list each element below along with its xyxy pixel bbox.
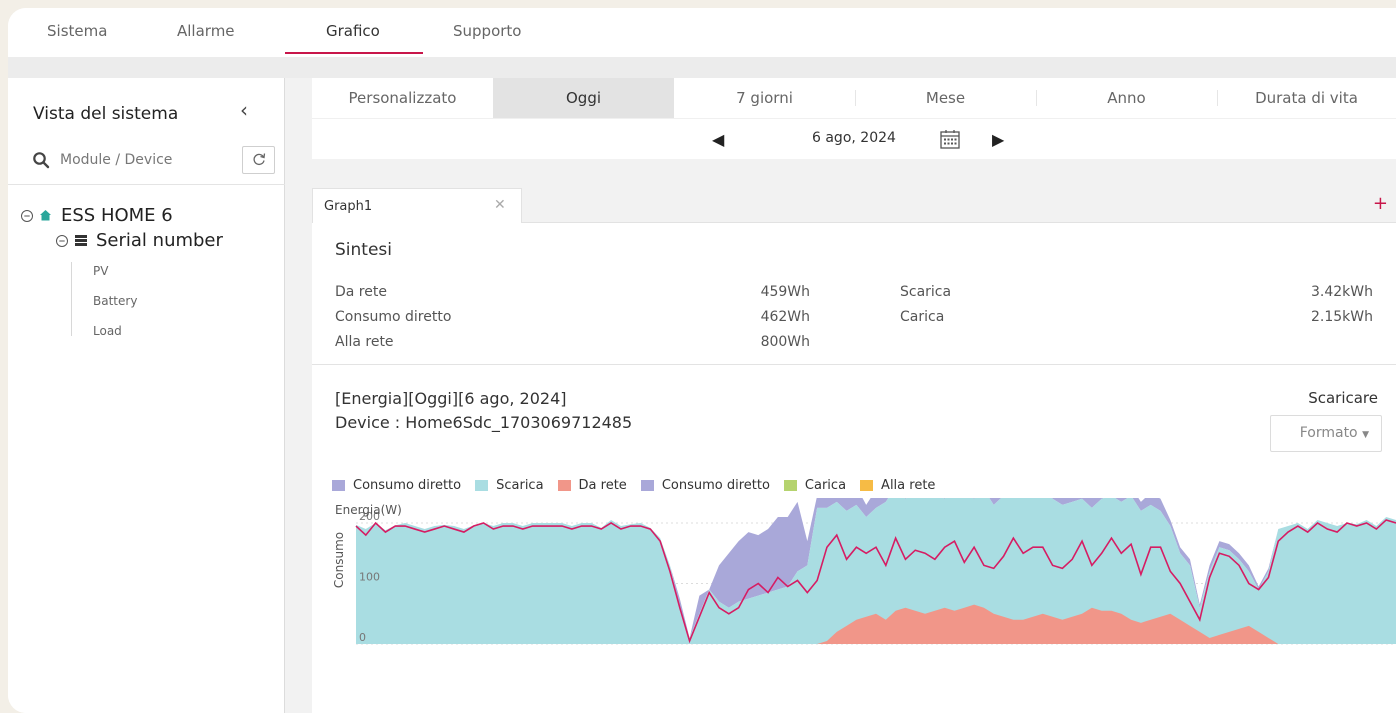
tree-line — [71, 262, 72, 336]
collapse-node-icon[interactable] — [55, 234, 69, 248]
home-icon — [40, 210, 51, 221]
period-tab-anno[interactable]: Anno — [1036, 78, 1217, 118]
summary-value: 462Wh — [760, 309, 810, 325]
summary-label: Carica — [900, 309, 945, 325]
collapse-node-icon[interactable] — [20, 209, 34, 223]
date-navigator: ◀ 6 ago, 2024 ▶ — [312, 118, 1396, 159]
legend-item[interactable]: Scarica — [475, 478, 544, 493]
tab-sistema[interactable]: Sistema — [47, 22, 107, 40]
graph-tab[interactable]: Graph1 ✕ — [312, 188, 522, 223]
download-label: Scaricare — [1308, 389, 1378, 407]
summary-value: 459Wh — [760, 284, 810, 300]
sidebar-title: Vista del sistema — [33, 104, 179, 124]
tree-child-label: Serial number — [96, 230, 223, 251]
summary-label: Consumo diretto — [335, 309, 452, 325]
legend-label: Alla rete — [881, 478, 936, 493]
tree-node-root[interactable]: ESS HOME 6 — [20, 205, 173, 226]
chart-legend: Consumo diretto Scarica Da rete Consumo … — [332, 478, 949, 493]
tree-node-serial[interactable]: Serial number — [55, 230, 223, 251]
graph-tab-label: Graph1 — [324, 199, 373, 214]
legend-swatch — [783, 480, 797, 491]
period-tabs: Personalizzato Oggi 7 giorni Mese Anno D… — [312, 78, 1396, 118]
add-graph-button[interactable]: + — [1373, 193, 1388, 214]
period-tab-mese[interactable]: Mese — [855, 78, 1036, 118]
active-tab-indicator — [285, 52, 423, 54]
summary-label: Da rete — [335, 284, 387, 300]
tab-grafico[interactable]: Grafico — [326, 22, 380, 40]
tree-root-label: ESS HOME 6 — [61, 205, 173, 226]
legend-swatch — [332, 480, 345, 491]
legend-label: Consumo diretto — [353, 478, 462, 493]
tab-supporto[interactable]: Supporto — [453, 22, 521, 40]
summary-label: Alla rete — [335, 334, 394, 350]
search-input[interactable] — [60, 146, 232, 174]
sidebar: Vista del sistema ‹ ESS HOME 6 — [8, 78, 285, 713]
y-axis-label: Consumo — [332, 532, 346, 588]
refresh-icon — [252, 152, 265, 165]
legend-swatch — [475, 480, 489, 491]
divider — [1217, 90, 1218, 106]
summary-label: Scarica — [900, 284, 952, 300]
legend-item[interactable]: Carica — [783, 478, 847, 493]
legend-label: Consumo diretto — [661, 478, 770, 493]
energy-chart: 0100200ConsumoEnergia(W) — [332, 498, 1396, 645]
calendar-icon[interactable] — [939, 128, 961, 150]
collapse-sidebar-icon[interactable]: ‹ — [240, 98, 248, 122]
tree-leaf-load[interactable]: Load — [93, 324, 122, 338]
graph-tab-bar: Graph1 ✕ + — [312, 188, 1396, 223]
y-tick-label: 100 — [359, 571, 380, 584]
legend-item[interactable]: Da rete — [557, 478, 627, 493]
divider — [8, 184, 285, 185]
legend-item[interactable]: Alla rete — [860, 478, 935, 493]
legend-item[interactable]: Consumo diretto — [332, 478, 461, 493]
period-tab-oggi[interactable]: Oggi — [493, 78, 674, 118]
next-date-icon[interactable]: ▶ — [992, 130, 1004, 149]
close-icon[interactable]: ✕ — [494, 197, 506, 213]
legend-swatch — [557, 480, 571, 491]
app-window: Sistema Allarme Grafico Supporto Vista d… — [8, 8, 1396, 713]
server-icon — [75, 235, 87, 246]
caret-down-icon: ▼ — [1362, 430, 1369, 440]
tab-allarme[interactable]: Allarme — [177, 22, 235, 40]
period-tab-durata-di-vita[interactable]: Durata di vita — [1217, 78, 1396, 118]
graph-panel: Sintesi Da rete 459Wh Consumo diretto 46… — [312, 223, 1396, 713]
legend-item[interactable]: Consumo diretto — [640, 478, 770, 493]
format-select[interactable]: Formato ▼ — [1270, 415, 1382, 452]
main-content: Personalizzato Oggi 7 giorni Mese Anno D… — [285, 78, 1396, 713]
period-tab-personalizzato[interactable]: Personalizzato — [312, 78, 493, 118]
chart-heading: [Energia][Oggi][6 ago, 2024] — [335, 389, 567, 408]
chart-device: Device : Home6Sdc_1703069712485 — [335, 413, 633, 432]
y-tick-label: 0 — [359, 631, 366, 644]
previous-date-icon[interactable]: ◀ — [712, 130, 724, 149]
top-navigation: Sistema Allarme Grafico Supporto — [8, 8, 1396, 58]
legend-swatch — [860, 480, 874, 491]
tree-leaf-pv[interactable]: PV — [93, 264, 108, 278]
summary-title: Sintesi — [335, 240, 392, 260]
format-label: Formato — [1299, 425, 1358, 441]
nav-spacer — [8, 58, 1396, 78]
legend-label: Da rete — [578, 478, 627, 493]
summary-value: 2.15kWh — [1311, 309, 1373, 325]
divider — [1036, 90, 1037, 106]
search-icon — [33, 152, 50, 169]
divider — [312, 364, 1396, 365]
legend-swatch — [640, 480, 654, 491]
y-unit-label: Energia(W) — [335, 503, 402, 517]
legend-label: Carica — [804, 478, 847, 493]
divider — [855, 90, 856, 106]
legend-label: Scarica — [496, 478, 544, 493]
tree-leaf-battery[interactable]: Battery — [93, 294, 137, 308]
refresh-button[interactable] — [242, 146, 275, 174]
current-date: 6 ago, 2024 — [812, 130, 896, 146]
period-tab-7-giorni[interactable]: 7 giorni — [674, 78, 855, 118]
summary-value: 800Wh — [760, 334, 810, 350]
summary-value: 3.42kWh — [1311, 284, 1373, 300]
